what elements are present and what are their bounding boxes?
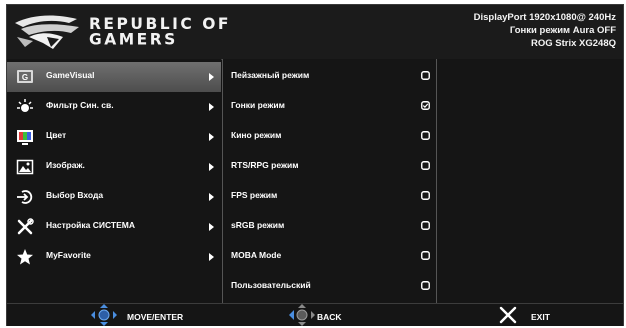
input-select-icon: [17, 190, 33, 204]
osd-menu: REPUBLIC OF GAMERS DisplayPort 1920x1080…: [6, 4, 624, 326]
menu-item-color[interactable]: Цвет: [7, 122, 221, 152]
osd-footer: MOVE/ENTER BACK EXIT: [7, 303, 623, 326]
radio-checked-icon[interactable]: [421, 101, 430, 110]
joystick-left-icon: [289, 304, 315, 326]
menu-item-label: Цвет: [46, 130, 67, 140]
menu-item-label: Фильтр Син. св.: [46, 100, 114, 110]
submenu-item-fps[interactable]: FPS режим: [223, 182, 436, 212]
osd-header: REPUBLIC OF GAMERS DisplayPort 1920x1080…: [7, 5, 623, 60]
submenu-item-label: FPS режим: [231, 190, 278, 200]
chevron-right-icon: [209, 133, 214, 141]
chevron-right-icon: [209, 193, 214, 201]
logo-line-2: GAMERS: [89, 29, 178, 49]
menu-item-label: MyFavorite: [46, 250, 91, 260]
image-icon: [16, 159, 34, 175]
joystick-move-icon: [91, 304, 117, 326]
menu-item-label: Настройка СИСТЕМА: [46, 220, 135, 230]
svg-text:G: G: [22, 73, 28, 82]
radio-unchecked-icon[interactable]: [421, 131, 430, 140]
submenu-item-label: RTS/RPG режим: [231, 160, 299, 170]
main-menu: G GameVisual Фильтр Син. св. Цвет Изобра…: [7, 59, 221, 303]
radio-unchecked-icon[interactable]: [421, 161, 430, 170]
menu-item-blue-light-filter[interactable]: Фильтр Син. св.: [7, 92, 221, 122]
exit-hint[interactable]: EXIT: [499, 304, 579, 326]
detail-panel: [437, 59, 623, 303]
exit-label: EXIT: [531, 312, 550, 322]
submenu-item-user[interactable]: Пользовательский: [223, 272, 436, 302]
submenu-item-label: Кино режим: [231, 130, 282, 140]
back-label: BACK: [317, 312, 342, 322]
submenu-item-cinema[interactable]: Кино режим: [223, 122, 436, 152]
chevron-right-icon: [209, 163, 214, 171]
rog-eye-logo-icon: [15, 15, 79, 49]
radio-unchecked-icon[interactable]: [421, 281, 430, 290]
model-name: ROG Strix XG248Q: [530, 38, 616, 49]
menu-item-system-setup[interactable]: Настройка СИСТЕМА: [7, 212, 221, 242]
star-icon: [17, 249, 33, 265]
submenu-item-label: MOBA Mode: [231, 250, 282, 260]
radio-unchecked-icon[interactable]: [421, 221, 430, 230]
menu-item-myfavorite[interactable]: MyFavorite: [7, 242, 221, 272]
submenu-item-label: Пейзажный режим: [231, 70, 310, 80]
submenu-item-label: sRGB режим: [231, 220, 285, 230]
status-panel: DisplayPort 1920x1080@ 240Hz Гонки режим…: [474, 11, 616, 50]
menu-item-label: GameVisual: [46, 70, 95, 80]
submenu-item-label: Пользовательский: [231, 280, 311, 290]
menu-item-label: Изображ.: [46, 160, 85, 170]
move-enter-label: MOVE/ENTER: [127, 312, 184, 322]
blue-light-filter-icon: [17, 99, 33, 112]
move-enter-hint[interactable]: MOVE/ENTER: [91, 304, 221, 326]
close-icon: [499, 306, 517, 324]
submenu-item-moba[interactable]: MOBA Mode: [223, 242, 436, 272]
color-icon: [17, 130, 33, 145]
menu-item-gamevisual[interactable]: G GameVisual: [7, 62, 221, 92]
radio-unchecked-icon[interactable]: [421, 71, 430, 80]
gamevisual-icon: G: [17, 70, 33, 83]
system-setup-icon: [17, 218, 34, 235]
submenu-item-srgb[interactable]: sRGB режим: [223, 212, 436, 242]
submenu-item-label: Гонки режим: [231, 100, 285, 110]
gamevisual-submenu: Пейзажный режим Гонки режим Кино режим R…: [222, 59, 437, 303]
submenu-item-rts-rpg[interactable]: RTS/RPG режим: [223, 152, 436, 182]
menu-item-input-select[interactable]: Выбор Входа: [7, 182, 221, 212]
chevron-right-icon: [209, 253, 214, 261]
radio-unchecked-icon[interactable]: [421, 191, 430, 200]
chevron-right-icon: [209, 103, 214, 111]
rog-logo: REPUBLIC OF GAMERS: [13, 11, 243, 55]
menu-item-image[interactable]: Изображ.: [7, 152, 221, 182]
signal-info: DisplayPort 1920x1080@ 240Hz: [473, 12, 616, 23]
radio-unchecked-icon[interactable]: [421, 251, 430, 260]
screen-edge: [0, 266, 6, 296]
submenu-item-racing[interactable]: Гонки режим: [223, 92, 436, 122]
menu-item-label: Выбор Входа: [46, 190, 104, 200]
back-hint[interactable]: BACK: [289, 304, 379, 326]
mode-info: Гонки режим Aura OFF: [509, 25, 616, 36]
logo-text: REPUBLIC OF GAMERS: [89, 15, 231, 49]
submenu-item-scenery[interactable]: Пейзажный режим: [223, 62, 436, 92]
chevron-right-icon: [209, 73, 214, 81]
chevron-right-icon: [209, 223, 214, 231]
